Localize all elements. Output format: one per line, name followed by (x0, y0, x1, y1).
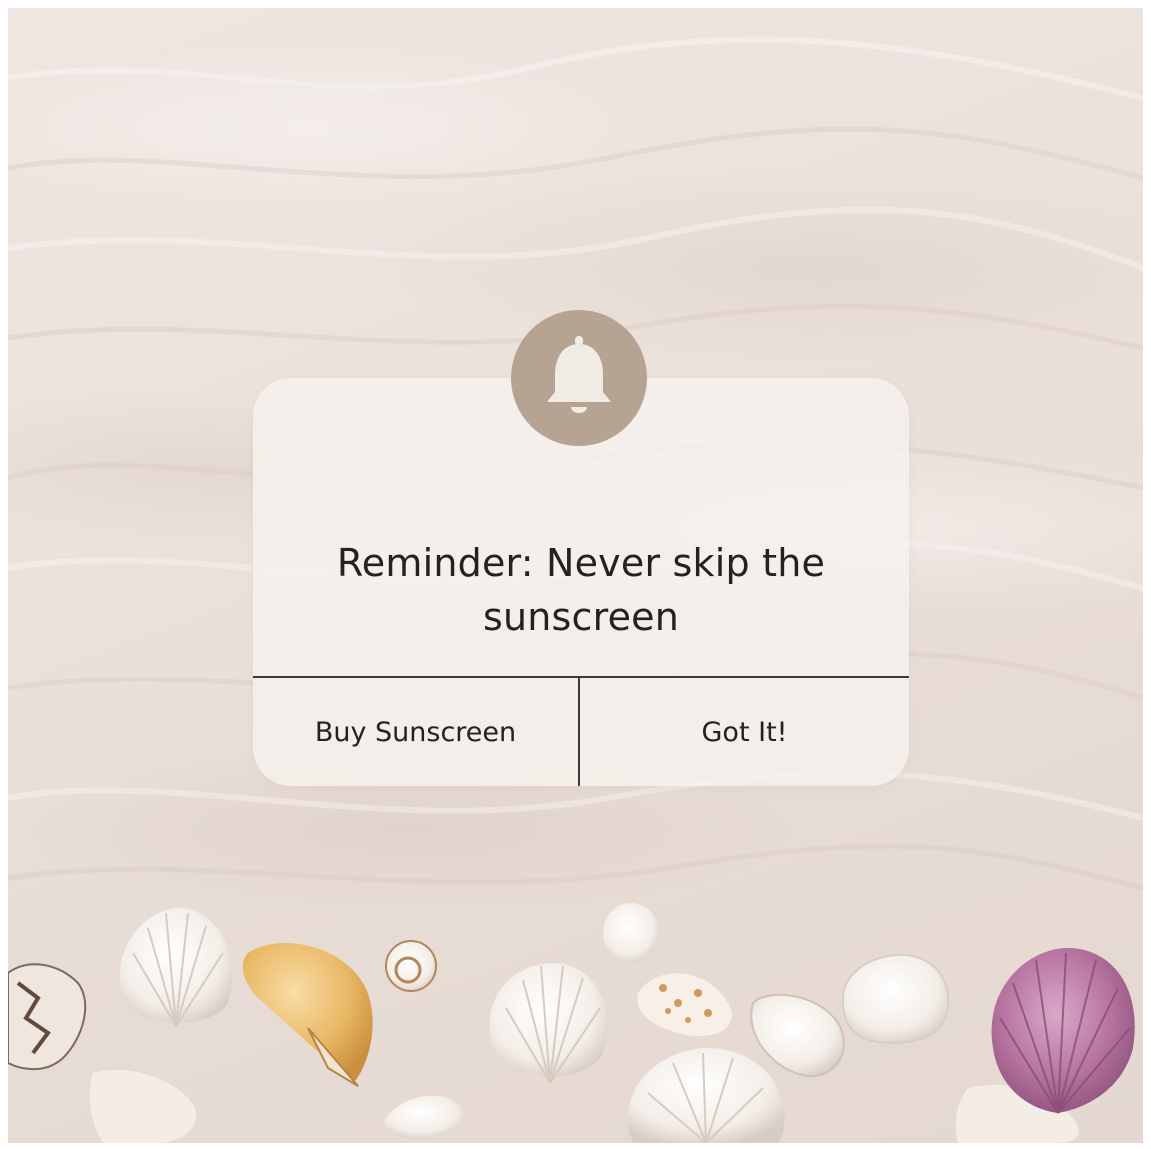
sand-background: Reminder: Never skip the sunscreen Buy S… (8, 8, 1143, 1143)
buy-sunscreen-button[interactable]: Buy Sunscreen (253, 678, 578, 786)
got-it-button[interactable]: Got It! (580, 678, 909, 786)
notification-badge (511, 310, 647, 446)
bell-icon (547, 336, 611, 413)
notification-message: Reminder: Never skip the sunscreen (336, 541, 826, 639)
